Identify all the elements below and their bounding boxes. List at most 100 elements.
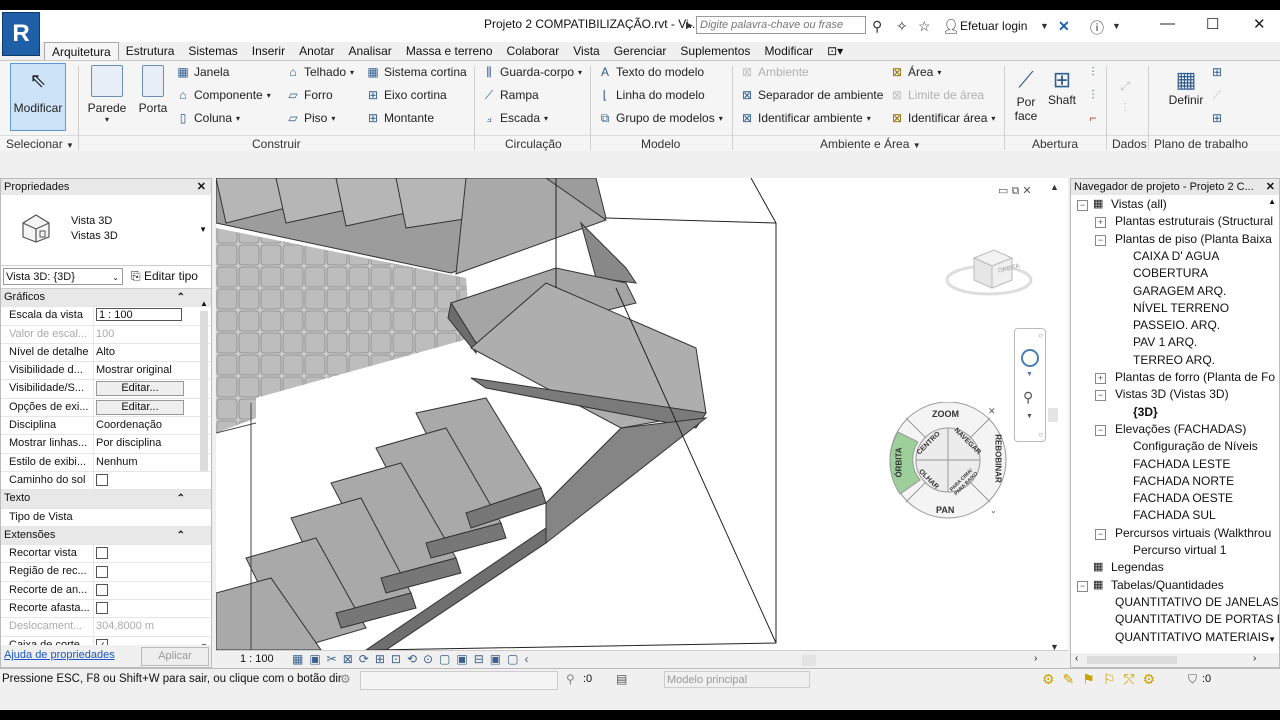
property-checkbox[interactable] — [96, 547, 108, 560]
property-value-cell[interactable]: Editar... — [93, 398, 188, 416]
model-line-button[interactable]: ⌊ Linha do modelo — [598, 88, 705, 102]
curtain-grid-button[interactable]: ⊞ Eixo cortina — [366, 88, 447, 102]
stair-button[interactable]: ⟓ Escada ▾ — [482, 111, 548, 125]
area-boundary-button[interactable]: ⊠ Limite de área — [890, 88, 984, 102]
wheel-close-icon[interactable]: ✕ — [988, 406, 996, 417]
browser-tree-item[interactable]: QUANTITATIVO MATERIAIS — [1115, 630, 1269, 644]
browser-tree-item[interactable]: Percursos virtuais (Walkthrou — [1115, 526, 1271, 540]
vertical-opening-icon[interactable]: ⫶ — [1086, 88, 1100, 102]
property-section-texto[interactable]: Texto ⌃ — [1, 490, 211, 509]
browser-tree-item[interactable]: Vistas 3D (Vistas 3D) — [1115, 387, 1229, 401]
browser-tree-item[interactable]: GARAGEM ARQ. — [1133, 284, 1226, 298]
browser-tree-item[interactable]: QUANTITATIVO DE JANELAS — [1115, 595, 1279, 609]
tree-expander-icon[interactable]: − — [1095, 424, 1106, 436]
tab-suplementos[interactable]: Suplementos — [673, 42, 757, 60]
tag-room-button[interactable]: ⊠ Identificar ambiente ▾ — [740, 111, 871, 125]
property-checkbox[interactable] — [96, 602, 108, 615]
property-value-cell[interactable]: Nenhum — [93, 453, 188, 471]
browser-tree-item[interactable]: Vistas (all) — [1111, 197, 1167, 211]
tab-colaborar[interactable]: Colaborar — [500, 42, 567, 60]
datum-grid-icon[interactable]: ⫶ — [1118, 101, 1132, 115]
filter-icon[interactable]: ⛉ — [1188, 672, 1197, 687]
ramp-button[interactable]: ⟋ Rampa — [482, 88, 539, 102]
property-value-cell[interactable] — [93, 545, 188, 563]
wheel-orbit-wedge[interactable]: ÓRBITA — [895, 447, 904, 477]
browser-scroll-up-icon[interactable]: ▲ — [1268, 197, 1276, 206]
modify-button[interactable]: ⇖ Modificar — [10, 63, 66, 131]
browser-scroll-down-icon[interactable]: ▼ — [1268, 635, 1276, 644]
mullion-button[interactable]: ⊞ Montante — [366, 111, 434, 125]
wall-opening-icon[interactable]: ⫶ — [1086, 65, 1100, 79]
browser-tree-item[interactable]: Plantas de piso (Planta Baixa — [1115, 232, 1272, 246]
property-value-cell[interactable] — [93, 563, 188, 581]
wheel-pan-wedge[interactable]: PAN — [936, 505, 954, 515]
property-checkbox[interactable] — [96, 474, 108, 487]
tab-arquitetura[interactable]: Arquitetura — [44, 42, 119, 60]
nav-bar-options-icon[interactable]: ○ — [1038, 430, 1043, 439]
tab-modificar[interactable]: Modificar — [757, 42, 820, 60]
viewport-scroll-thumb[interactable] — [1048, 408, 1058, 422]
door-button[interactable]: Porta — [136, 65, 170, 115]
wall-button[interactable]: Parede ▾ — [86, 65, 128, 124]
browser-tree-item[interactable]: Configuração de Níveis — [1133, 439, 1258, 453]
worksets-icon[interactable]: ⚙ — [340, 672, 351, 686]
property-value-cell[interactable]: 1 : 100 — [93, 307, 188, 325]
design-options-icon[interactable]: ▤ — [616, 672, 627, 686]
tab-analisar[interactable]: Analisar — [341, 42, 398, 60]
tab-vista[interactable]: Vista — [566, 42, 606, 60]
show-workplane-icon[interactable]: ⊞ — [1210, 65, 1224, 79]
property-value-cell[interactable] — [93, 471, 188, 489]
browser-tree-item[interactable]: Legendas — [1111, 560, 1164, 574]
view-minimize-icon[interactable]: ▭ ⧉ ✕ — [998, 184, 1032, 198]
room-button[interactable]: ⊠ Ambiente — [740, 65, 809, 79]
browser-tree-item[interactable]: FACHADA LESTE — [1133, 457, 1230, 471]
edit-type-button[interactable]: ⎘ Editar tipo — [131, 269, 198, 284]
user-icon[interactable]: 👤︎ — [942, 18, 960, 35]
design-option-select[interactable]: Modelo principal — [664, 671, 810, 688]
exchange-apps-icon[interactable]: ✕ — [1058, 18, 1070, 35]
ref-plane-icon[interactable]: ⟋ — [1210, 88, 1224, 102]
property-value[interactable]: Coordenação — [96, 419, 162, 431]
curtain-system-button[interactable]: ▦ Sistema cortina — [366, 65, 466, 79]
scroll-thumb[interactable] — [200, 311, 208, 471]
property-value[interactable]: Por disciplina — [96, 437, 161, 449]
properties-help-link[interactable]: Ajuda de propriedades — [4, 649, 115, 661]
floor-button[interactable]: ▱ Piso ▾ — [286, 111, 335, 125]
horizontal-scroll-thumb[interactable] — [802, 655, 816, 666]
browser-tree-item[interactable]: FACHADA NORTE — [1133, 474, 1234, 488]
property-value-cell[interactable]: Editar... — [93, 380, 188, 398]
area-button[interactable]: ⊠ Área ▾ — [890, 65, 941, 79]
property-value-cell[interactable]: Alto — [93, 343, 188, 361]
ribbon-minimize-icon[interactable]: ⊡▾ — [820, 42, 850, 60]
property-value-cell[interactable]: 100 — [93, 325, 188, 343]
browser-scroll-left-icon[interactable]: ‹ — [1075, 653, 1078, 664]
shaft-button[interactable]: ⊞ Shaft — [1046, 67, 1078, 107]
zoom-magnifier-icon[interactable]: ⚲ — [1023, 389, 1033, 406]
browser-tree-item[interactable]: COBERTURA — [1133, 266, 1208, 280]
scroll-up-icon[interactable]: ▲ — [200, 299, 208, 308]
nav-bar-close-icon[interactable]: ○ — [1038, 331, 1043, 340]
browser-tree-item[interactable]: Plantas de forro (Planta de Fo — [1115, 370, 1275, 384]
properties-scrollbar[interactable]: ▲ ▼ — [200, 299, 208, 651]
by-face-button[interactable]: ⟋ Por face — [1010, 67, 1042, 123]
tree-expander-icon[interactable]: − — [1095, 390, 1106, 402]
help-icon[interactable]: ⓘ — [1090, 18, 1104, 38]
collapse-chevron-icon[interactable]: ⌃ — [177, 527, 185, 544]
tree-expander-icon[interactable]: − — [1095, 528, 1106, 540]
viewport-scroll-down-icon[interactable]: ▼ — [1050, 642, 1059, 650]
zoom-dropdown-icon[interactable]: ▼ — [1026, 413, 1033, 420]
railing-button[interactable]: ⫼ Guarda-corpo ▾ — [482, 65, 582, 79]
browser-tree-item[interactable]: PASSEIO. ARQ. — [1133, 318, 1220, 332]
tree-expander-icon[interactable]: − — [1077, 580, 1088, 592]
login-button[interactable]: Efetuar login — [960, 19, 1027, 33]
tree-expander-icon[interactable]: + — [1095, 217, 1106, 229]
tab-inserir[interactable]: Inserir — [245, 42, 292, 60]
browser-scroll-right-icon[interactable]: › — [1253, 653, 1256, 664]
property-section-graficos[interactable]: Gráficos ⌃ — [1, 289, 211, 308]
type-selector[interactable]: Vista 3D Vistas 3D ▼ — [1, 195, 211, 266]
column-button[interactable]: ▯ Coluna ▾ — [176, 111, 240, 125]
tree-expander-icon[interactable]: − — [1077, 200, 1088, 211]
viewport-scroll-up-icon[interactable]: ▲ — [1050, 182, 1059, 192]
property-value-cell[interactable] — [93, 600, 188, 618]
component-button[interactable]: ⌂ Componente ▾ — [176, 88, 270, 102]
